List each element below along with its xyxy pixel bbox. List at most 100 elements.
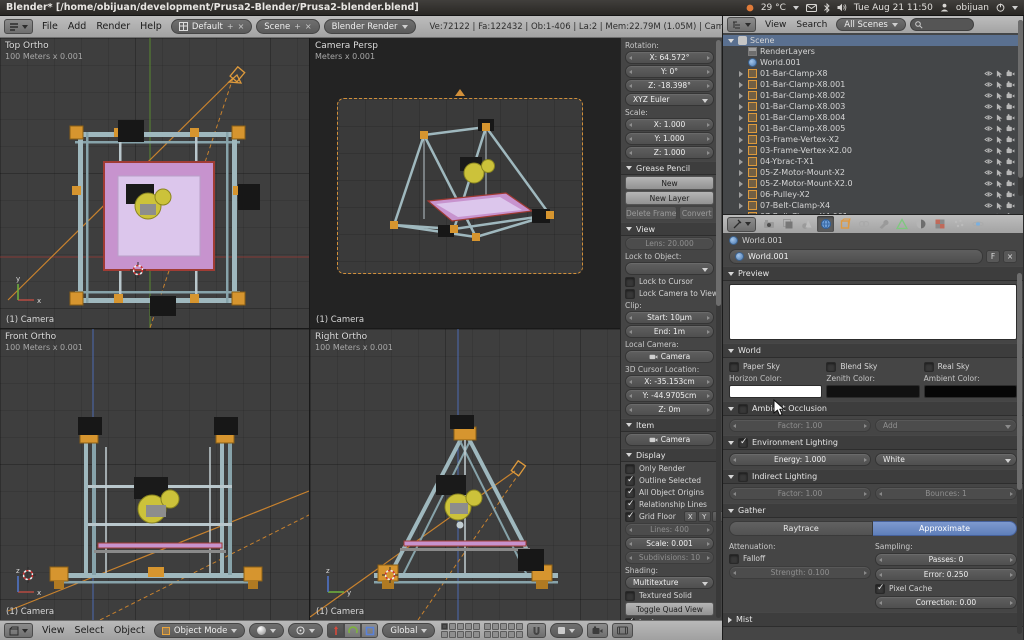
grease-new-layer-button[interactable]: New Layer bbox=[625, 191, 714, 205]
outliner-row[interactable]: 01-Bar-Clamp-X8 bbox=[723, 68, 1023, 79]
outliner-row[interactable]: 01-Bar-Clamp-X8.005 bbox=[723, 123, 1023, 134]
mode-dropdown[interactable]: Object Mode bbox=[154, 623, 246, 638]
screen-layout-selector[interactable]: Default + × bbox=[171, 19, 252, 34]
editor-type-button[interactable] bbox=[727, 17, 756, 32]
outliner-row[interactable]: 06-Pulley-X2 bbox=[723, 189, 1023, 200]
gather-panel-header[interactable]: Gather bbox=[723, 503, 1023, 518]
properties-scrollbar[interactable] bbox=[1017, 273, 1022, 634]
grease-pencil-panel-header[interactable]: Grease Pencil bbox=[621, 161, 718, 175]
outliner-item-name[interactable]: 05-Z-Motor-Mount-X2 bbox=[760, 168, 981, 177]
checkbox[interactable] bbox=[625, 488, 635, 498]
opengl-render-button[interactable] bbox=[587, 623, 608, 638]
axis-toggle-button[interactable]: Y bbox=[698, 511, 711, 522]
outliner-row[interactable]: Scene bbox=[723, 35, 1023, 46]
visibility-eye-icon[interactable] bbox=[984, 103, 993, 110]
grease-new-button[interactable]: New bbox=[625, 176, 714, 190]
menu-item[interactable]: Select bbox=[70, 625, 109, 636]
scene-name[interactable]: Scene bbox=[264, 22, 290, 32]
outliner-item-name[interactable]: 07-Belt-Clamp-X4.001 bbox=[760, 212, 981, 214]
outliner-row[interactable]: 03-Frame-Vertex-X2 bbox=[723, 134, 1023, 145]
scale-z-field[interactable]: Z: 1.000 bbox=[625, 146, 714, 159]
mode-label[interactable]: Object Mode bbox=[174, 626, 228, 636]
selectability-cursor-icon[interactable] bbox=[996, 213, 1003, 215]
selectability-cursor-icon[interactable] bbox=[996, 136, 1003, 144]
expander-icon[interactable] bbox=[737, 180, 745, 188]
selectability-cursor-icon[interactable] bbox=[996, 125, 1003, 133]
display-panel-header[interactable]: Display bbox=[621, 448, 718, 462]
username-label[interactable]: obijuan bbox=[956, 3, 989, 13]
correction-field[interactable]: Correction: 0.00 bbox=[875, 596, 1017, 609]
clock-label[interactable]: Tue Aug 21 11:50 bbox=[854, 3, 933, 13]
menu-item[interactable]: Render bbox=[91, 21, 135, 32]
horizon-color-swatch[interactable] bbox=[729, 385, 822, 398]
selectability-cursor-icon[interactable] bbox=[996, 158, 1003, 166]
expander-icon[interactable] bbox=[737, 191, 745, 199]
selectability-cursor-icon[interactable] bbox=[996, 169, 1003, 177]
tab-render[interactable] bbox=[760, 216, 777, 232]
outliner-row[interactable]: 07-Belt-Clamp-X4 bbox=[723, 200, 1023, 211]
engine-name[interactable]: Blender Render bbox=[332, 22, 398, 32]
menu-item[interactable]: Add bbox=[63, 21, 91, 32]
ambient-color-swatch[interactable] bbox=[924, 385, 1017, 398]
visibility-eye-icon[interactable] bbox=[984, 136, 993, 143]
checkbox[interactable] bbox=[625, 591, 635, 601]
toggle-quad-view-button[interactable]: Toggle Quad View bbox=[625, 602, 714, 616]
menu-item[interactable]: File bbox=[37, 21, 63, 32]
clip-start-field[interactable]: Start: 10µm bbox=[625, 311, 714, 324]
selectability-cursor-icon[interactable] bbox=[996, 191, 1003, 199]
falloff-check[interactable]: Falloff bbox=[729, 553, 871, 564]
tab-particles[interactable] bbox=[950, 216, 967, 232]
grid-subdivisions-field[interactable]: Subdivisions: 10 bbox=[625, 551, 714, 564]
renderability-camera-icon[interactable] bbox=[1006, 147, 1015, 154]
ambient-occlusion-checkbox[interactable] bbox=[738, 404, 748, 414]
cursor-x-field[interactable]: X: -35.153cm bbox=[625, 375, 714, 388]
menu-item[interactable]: Search bbox=[791, 20, 832, 30]
viewport-camera[interactable]: Camera Persp Meters x 0.001 (1) Camera bbox=[310, 38, 620, 328]
menu-item[interactable]: View bbox=[37, 625, 70, 636]
layer-group-2[interactable] bbox=[484, 623, 523, 638]
visibility-eye-icon[interactable] bbox=[984, 169, 993, 176]
rotation-y-field[interactable]: Y: 0° bbox=[625, 65, 714, 78]
outliner-row[interactable]: World.001 bbox=[723, 57, 1023, 68]
display-check[interactable]: Relationship Lines bbox=[625, 499, 714, 510]
outliner-item-name[interactable]: 01-Bar-Clamp-X8 bbox=[760, 69, 981, 78]
renderability-camera-icon[interactable] bbox=[1006, 191, 1015, 198]
env-energy-field[interactable]: Energy: 1.000 bbox=[729, 453, 871, 466]
viewport-right[interactable]: yz Right Ortho 100 Meters x 0.001 (1) Ca… bbox=[310, 329, 620, 620]
expander-icon[interactable] bbox=[737, 92, 745, 100]
close-layout-button[interactable]: × bbox=[238, 22, 245, 31]
indirect-lighting-checkbox[interactable] bbox=[738, 472, 748, 482]
visibility-eye-icon[interactable] bbox=[984, 70, 993, 77]
outliner-display-mode-dropdown[interactable]: All Scenes bbox=[836, 18, 906, 31]
outliner-item-name[interactable]: 01-Bar-Clamp-X8.002 bbox=[760, 91, 981, 100]
outliner-item-name[interactable]: 01-Bar-Clamp-X8.001 bbox=[760, 80, 981, 89]
item-panel-header[interactable]: Item bbox=[621, 418, 718, 432]
checkbox[interactable] bbox=[924, 362, 934, 372]
indirect-bounces-field[interactable]: Bounces: 1 bbox=[875, 487, 1017, 500]
outliner-row[interactable]: 01-Bar-Clamp-X8.004 bbox=[723, 112, 1023, 123]
expander-icon[interactable] bbox=[737, 59, 745, 67]
rotate-manipulator-button[interactable] bbox=[344, 623, 361, 638]
visibility-eye-icon[interactable] bbox=[984, 92, 993, 99]
blend-sky-check[interactable]: Blend Sky bbox=[826, 361, 919, 372]
layout-name[interactable]: Default bbox=[192, 22, 223, 32]
selectability-cursor-icon[interactable] bbox=[996, 103, 1003, 111]
grease-delete-frame-button[interactable]: Delete Frame bbox=[625, 206, 677, 220]
unlink-button[interactable]: × bbox=[1003, 250, 1017, 263]
local-camera-field[interactable]: Camera bbox=[625, 350, 714, 363]
visibility-eye-icon[interactable] bbox=[984, 191, 993, 198]
expander-icon[interactable] bbox=[737, 103, 745, 111]
quad-lock-check[interactable]: Lock bbox=[625, 617, 714, 620]
renderability-camera-icon[interactable] bbox=[1006, 114, 1015, 121]
axis-toggle-button[interactable]: X bbox=[684, 511, 697, 522]
item-name-field[interactable]: Camera bbox=[625, 433, 714, 446]
volume-icon[interactable] bbox=[837, 3, 847, 12]
indirect-factor-field[interactable]: Factor: 1.00 bbox=[729, 487, 871, 500]
editor-type-button[interactable] bbox=[4, 623, 33, 638]
selectability-cursor-icon[interactable] bbox=[996, 147, 1003, 155]
lock-object-field[interactable] bbox=[625, 262, 714, 275]
pixel-cache-check[interactable]: Pixel Cache bbox=[875, 583, 1017, 594]
environment-lighting-checkbox[interactable] bbox=[738, 438, 748, 448]
viewport-top[interactable]: xy Top Ortho 100 Meters x 0.001 (1) Came… bbox=[0, 38, 309, 328]
error-field[interactable]: Error: 0.250 bbox=[875, 568, 1017, 581]
